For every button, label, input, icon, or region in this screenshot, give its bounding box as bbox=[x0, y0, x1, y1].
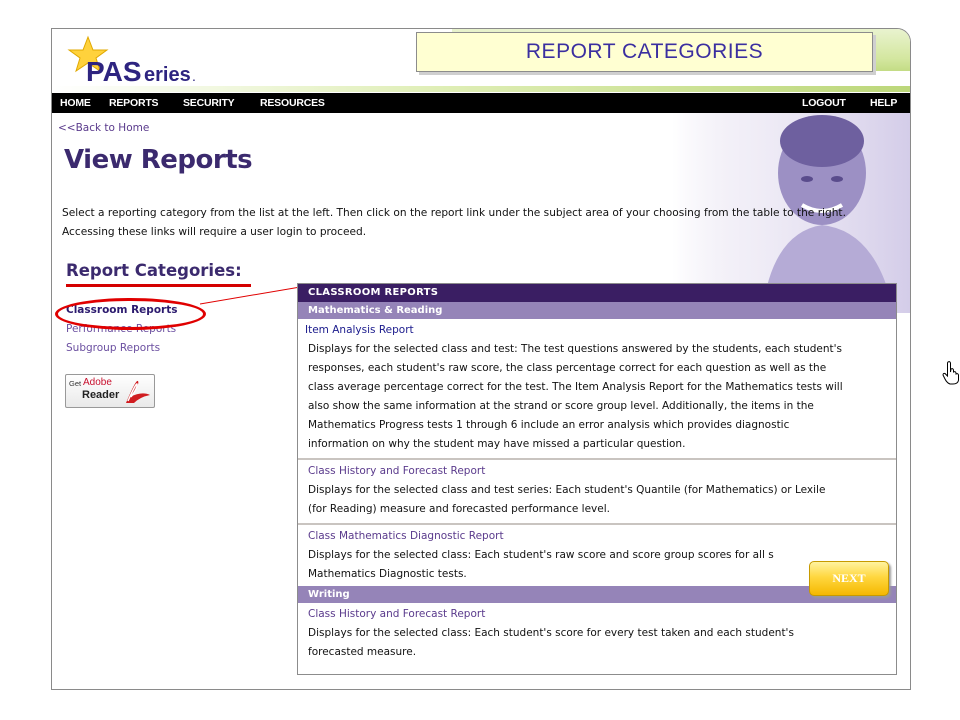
page-instructions: Select a reporting category from the lis… bbox=[62, 204, 907, 242]
svg-text:.: . bbox=[192, 68, 196, 84]
report-link-class-math-diagnostic[interactable]: Class Mathematics Diagnostic Report bbox=[308, 527, 886, 546]
pas-logo[interactable]: PAS eries . bbox=[64, 33, 204, 89]
report-description-line: Mathematics Diagnostic tests. bbox=[308, 568, 467, 580]
adobe-reader-icon bbox=[126, 380, 150, 403]
nav-resources[interactable]: RESOURCES bbox=[260, 93, 325, 113]
report-link-class-history-forecast[interactable]: Class History and Forecast Report bbox=[308, 462, 886, 481]
table-row: Class History and Forecast Report Displa… bbox=[298, 603, 896, 666]
page-title: View Reports bbox=[64, 145, 253, 175]
sidebar-item-subgroup-reports[interactable]: Subgroup Reports bbox=[66, 342, 160, 354]
instruction-line: Accessing these links will require a use… bbox=[62, 226, 367, 238]
nav-help[interactable]: HELP bbox=[870, 93, 897, 113]
report-link-writing-class-history-forecast[interactable]: Class History and Forecast Report bbox=[308, 605, 886, 624]
report-description-line: Displays for the selected class: Each st… bbox=[308, 627, 794, 639]
adobe-get-label: Get bbox=[69, 379, 82, 388]
next-button[interactable]: NEXT bbox=[809, 561, 889, 596]
svg-text:PAS: PAS bbox=[86, 56, 142, 87]
report-description-line: Mathematics Progress tests 1 through 6 i… bbox=[308, 419, 790, 431]
svg-text:eries: eries bbox=[144, 64, 191, 86]
nav-logout[interactable]: LOGOUT bbox=[802, 93, 846, 113]
slide-title-box: REPORT CATEGORIES bbox=[416, 32, 873, 72]
report-description-line: Displays for the selected class and test… bbox=[308, 484, 826, 496]
table-row: Item Analysis Report Displays for the se… bbox=[298, 319, 896, 460]
report-description-line: information on why the student may have … bbox=[308, 438, 686, 450]
table-header: CLASSROOM REPORTS bbox=[298, 284, 896, 302]
report-description-line: responses, each student's raw score, the… bbox=[308, 362, 827, 374]
report-description-line: also show the same information at the st… bbox=[308, 400, 814, 412]
section-header-math-reading: Mathematics & Reading bbox=[298, 302, 896, 319]
table-row: Class Mathematics Diagnostic Report Disp… bbox=[298, 525, 896, 586]
adobe-reader-label: Reader bbox=[82, 389, 120, 401]
top-nav-bar: HOME REPORTS SECURITY RESOURCES LOGOUT H… bbox=[52, 93, 910, 113]
report-link-item-analysis[interactable]: Item Analysis Report bbox=[305, 321, 886, 340]
classroom-reports-table: CLASSROOM REPORTS Mathematics & Reading … bbox=[297, 283, 897, 675]
back-to-home-link[interactable]: <<Back to Home bbox=[58, 122, 149, 134]
highlight-oval bbox=[55, 298, 206, 330]
report-description-line: class average percentage correct for the… bbox=[308, 381, 843, 393]
report-description-line: Displays for the selected class and test… bbox=[308, 343, 842, 355]
nav-home[interactable]: HOME bbox=[60, 93, 91, 113]
report-description-line: (for Reading) measure and forecasted per… bbox=[308, 503, 610, 515]
report-categories-heading: Report Categories: bbox=[66, 261, 242, 280]
section-header-writing: Writing bbox=[298, 586, 896, 603]
table-row: Class History and Forecast Report Displa… bbox=[298, 460, 896, 525]
nav-security[interactable]: SECURITY bbox=[183, 93, 235, 113]
get-adobe-reader-button[interactable]: Get Adobe Reader bbox=[65, 374, 155, 408]
report-description-line: forecasted measure. bbox=[308, 646, 417, 658]
adobe-brand-label: Adobe bbox=[83, 377, 112, 388]
report-description-line: Displays for the selected class: Each st… bbox=[308, 549, 774, 561]
browser-page-frame: PAS eries . HOME REPORTS SECURITY RESOUR… bbox=[51, 28, 911, 690]
hand-pointer-icon bbox=[942, 361, 959, 385]
instruction-line: Select a reporting category from the lis… bbox=[62, 207, 846, 219]
nav-reports[interactable]: REPORTS bbox=[109, 93, 159, 113]
